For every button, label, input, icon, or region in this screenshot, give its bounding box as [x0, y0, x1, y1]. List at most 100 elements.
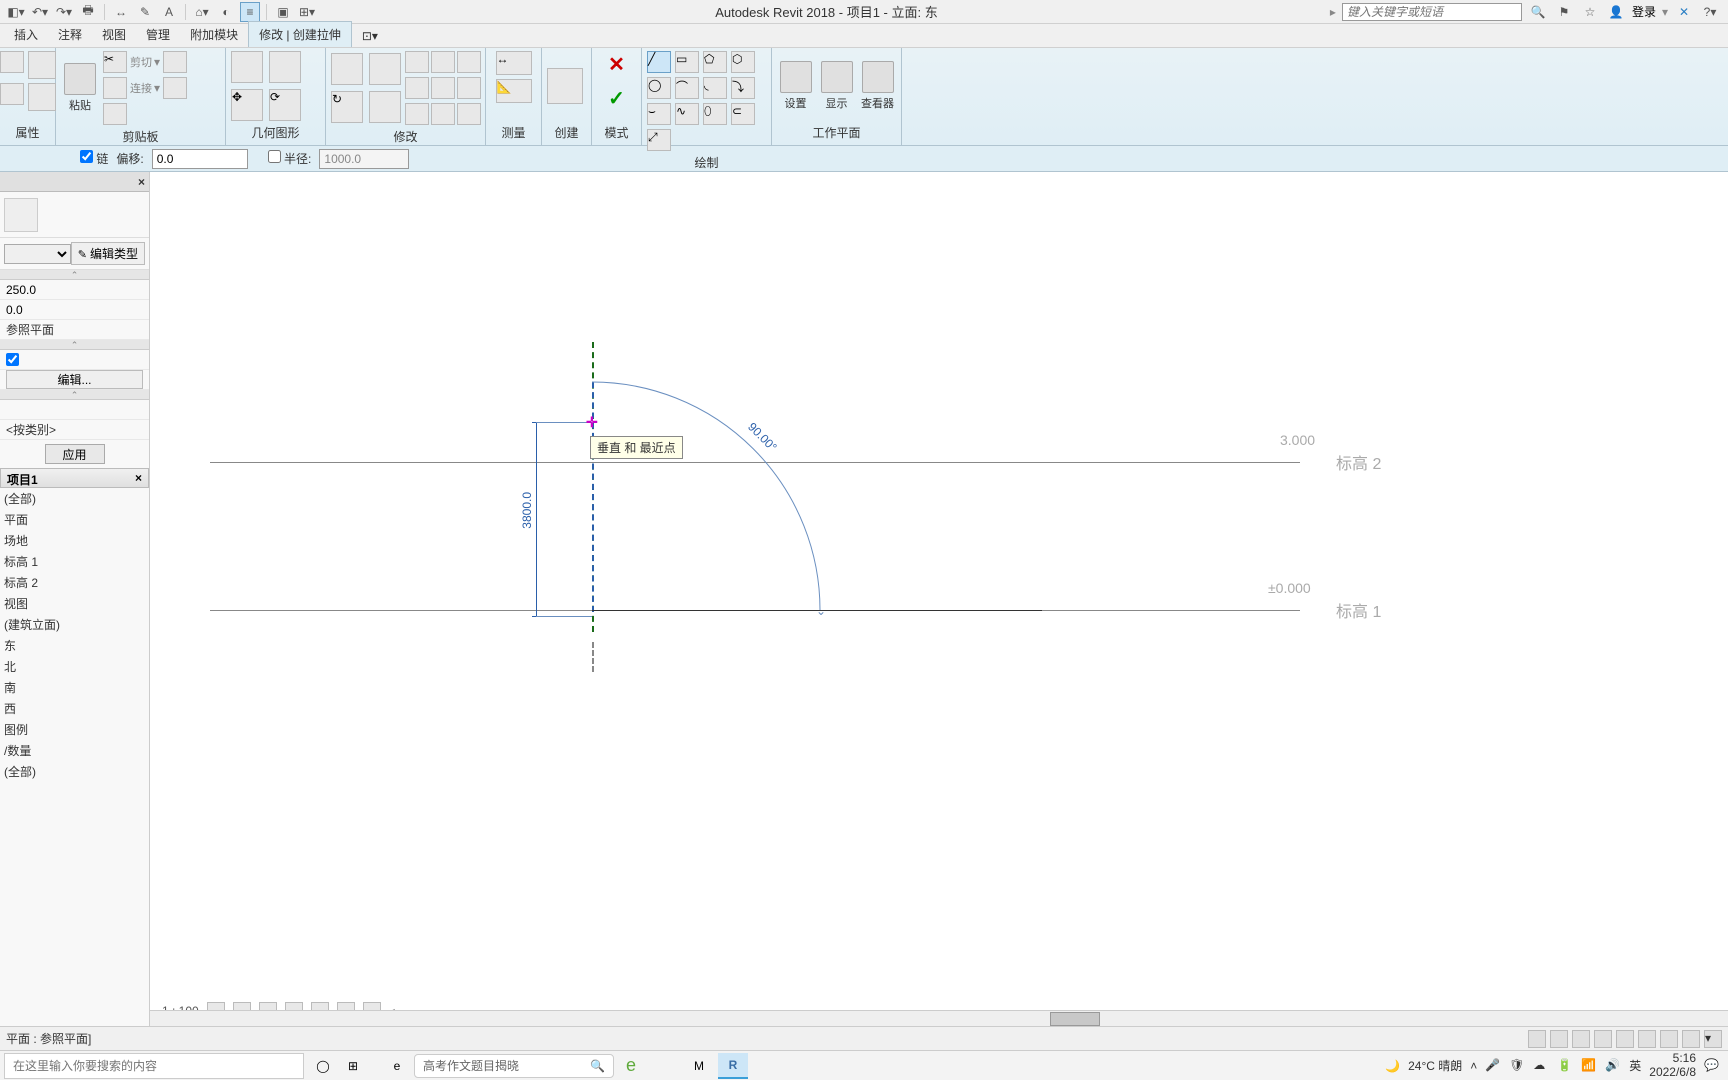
pick-lines-icon[interactable]: ⤢	[647, 129, 671, 151]
taskbar-edge2-icon[interactable]: e	[616, 1053, 646, 1079]
finish-mode-button[interactable]: ✓	[603, 84, 631, 112]
move-icon[interactable]: ✥	[231, 89, 263, 121]
cancel-mode-button[interactable]: ✕	[603, 50, 631, 78]
partial-ellipse-icon[interactable]: ⊂	[731, 103, 755, 125]
delete-icon[interactable]	[405, 103, 429, 125]
thin-lines-button[interactable]: ≡	[240, 2, 260, 22]
tree-item[interactable]: 北	[0, 656, 149, 677]
arc-start-end-icon[interactable]: ⌒	[675, 77, 699, 99]
offset-icon[interactable]	[269, 51, 301, 83]
design-options-icon[interactable]	[1550, 1030, 1568, 1048]
tree-item[interactable]: (建筑立面)	[0, 614, 149, 635]
editable-only-icon[interactable]	[1572, 1030, 1590, 1048]
create-group-icon[interactable]	[547, 68, 583, 104]
line-tool-icon[interactable]: ╱	[647, 51, 671, 73]
tray-onedrive-icon[interactable]: ☁	[1533, 1058, 1549, 1074]
dimension-value[interactable]: 3800.0	[520, 492, 534, 529]
weather-text[interactable]: 24°C 晴朗	[1408, 1057, 1462, 1074]
radius-checkbox[interactable]	[268, 150, 281, 163]
type-prop-icon[interactable]	[0, 83, 24, 105]
prop-visible-checkbox[interactable]	[6, 353, 19, 366]
measure-tool-icon[interactable]: 📐	[496, 79, 532, 103]
clip-extra-icon[interactable]	[103, 103, 127, 125]
select-underlay-icon[interactable]	[1616, 1030, 1634, 1048]
tree-item[interactable]: 平面	[0, 509, 149, 530]
tree-item[interactable]: 东	[0, 635, 149, 656]
tray-security-icon[interactable]: 🛡	[1509, 1058, 1525, 1074]
tray-ime-label[interactable]: 英	[1629, 1057, 1641, 1074]
tab-addins[interactable]: 附加模块	[180, 22, 248, 47]
hscroll-thumb[interactable]	[1050, 1012, 1100, 1026]
arc-tangent-icon[interactable]: ⤵	[731, 77, 755, 99]
select-links-icon[interactable]	[1594, 1030, 1612, 1048]
comm-icon[interactable]: ⚑	[1554, 2, 1574, 22]
properties-close-icon[interactable]: ×	[138, 175, 145, 189]
prop-by-category-value[interactable]: <按类别>	[0, 420, 149, 440]
join-icon[interactable]	[103, 77, 127, 99]
prop-group2-collapse-icon[interactable]: ⌃	[0, 340, 149, 350]
switch-window-button[interactable]: ⊞▾	[297, 2, 317, 22]
section-button[interactable]: ◐	[216, 2, 236, 22]
set-workplane-button[interactable]: 设置	[776, 58, 815, 114]
drag-elements-icon[interactable]	[1682, 1030, 1700, 1048]
array-icon[interactable]	[405, 51, 429, 73]
horizontal-scrollbar[interactable]	[150, 1010, 1728, 1026]
search-icon[interactable]: 🔍	[1528, 2, 1548, 22]
tray-wifi-icon[interactable]: 📶	[1581, 1058, 1597, 1074]
ellipse-icon[interactable]: ⬯	[703, 103, 727, 125]
trim-single-icon[interactable]	[457, 51, 481, 73]
apply-button[interactable]: 应用	[45, 444, 105, 464]
tree-item[interactable]: 场地	[0, 530, 149, 551]
login-label[interactable]: 登录	[1632, 3, 1656, 20]
text-icon[interactable]: A	[159, 2, 179, 22]
tab-view[interactable]: 视图	[92, 22, 136, 47]
tree-item[interactable]: 图例	[0, 719, 149, 740]
drawing-canvas[interactable]: 3.000 标高 2 ±0.000 标高 1 90.00° 3800.0	[150, 172, 1728, 1026]
split-icon[interactable]	[405, 77, 429, 99]
project-browser-tree[interactable]: (全部) 平面 场地 标高 1 标高 2 视图 (建筑立面) 东 北 南 西 图…	[0, 488, 149, 1026]
trim-icon[interactable]	[369, 91, 401, 123]
offset-input[interactable]	[152, 149, 248, 169]
chain-checkbox[interactable]	[80, 150, 93, 163]
workset-icon[interactable]	[1528, 1030, 1546, 1048]
tree-item[interactable]: (全部)	[0, 761, 149, 782]
tab-modify-create-extrusion[interactable]: 修改 | 创建拉伸	[248, 21, 352, 47]
scale-icon[interactable]	[431, 51, 455, 73]
align-icon[interactable]	[231, 51, 263, 83]
family-prop-icon[interactable]	[28, 83, 56, 111]
polygon-insc-icon[interactable]: ⬠	[703, 51, 727, 73]
chain-checkbox-label[interactable]: 链	[80, 150, 108, 167]
tree-item[interactable]: 西	[0, 698, 149, 719]
3d-view-button[interactable]: ⌂▾	[192, 2, 212, 22]
matchtype-icon[interactable]	[163, 51, 187, 73]
measure-icon[interactable]: ↔	[111, 2, 131, 22]
taskbar-edge-icon[interactable]: e	[382, 1053, 412, 1079]
viewer-button[interactable]: 查看器	[858, 58, 897, 114]
pin-icon[interactable]	[431, 77, 455, 99]
cope-icon[interactable]	[163, 77, 187, 99]
radius-input[interactable]	[319, 149, 409, 169]
browser-close-icon[interactable]: ×	[135, 471, 142, 485]
copy-rotate-icon[interactable]: ↻	[331, 91, 363, 123]
taskbar-news-pill[interactable]: 高考作文题目揭晓 🔍	[414, 1054, 614, 1078]
cut-icon[interactable]: ✂	[103, 51, 127, 73]
select-pinned-icon[interactable]	[1638, 1030, 1656, 1048]
extend-icon[interactable]	[431, 103, 455, 125]
tree-item[interactable]: 标高 1	[0, 551, 149, 572]
tree-item[interactable]: /数量	[0, 740, 149, 761]
prop-group-collapse-icon[interactable]: ⌃	[0, 270, 149, 280]
fillet-arc-icon[interactable]: ⌣	[647, 103, 671, 125]
modify-tool-icon[interactable]	[0, 51, 24, 73]
prop-edit-button[interactable]: 编辑...	[6, 370, 143, 389]
tab-insert[interactable]: 插入	[4, 22, 48, 47]
select-face-icon[interactable]	[1660, 1030, 1678, 1048]
edit-type-button[interactable]: ✎ 编辑类型	[71, 242, 145, 265]
taskbar-revit-icon[interactable]: R	[718, 1053, 748, 1079]
radius-checkbox-label[interactable]: 半径:	[268, 150, 312, 167]
undo-button[interactable]: ↶▾	[30, 2, 50, 22]
corner-icon[interactable]	[457, 103, 481, 125]
arc-center-icon[interactable]: ◟	[703, 77, 727, 99]
spline-icon[interactable]: ∿	[675, 103, 699, 125]
tray-mic-icon[interactable]: 🎤	[1485, 1058, 1501, 1074]
unpin-icon[interactable]	[457, 77, 481, 99]
